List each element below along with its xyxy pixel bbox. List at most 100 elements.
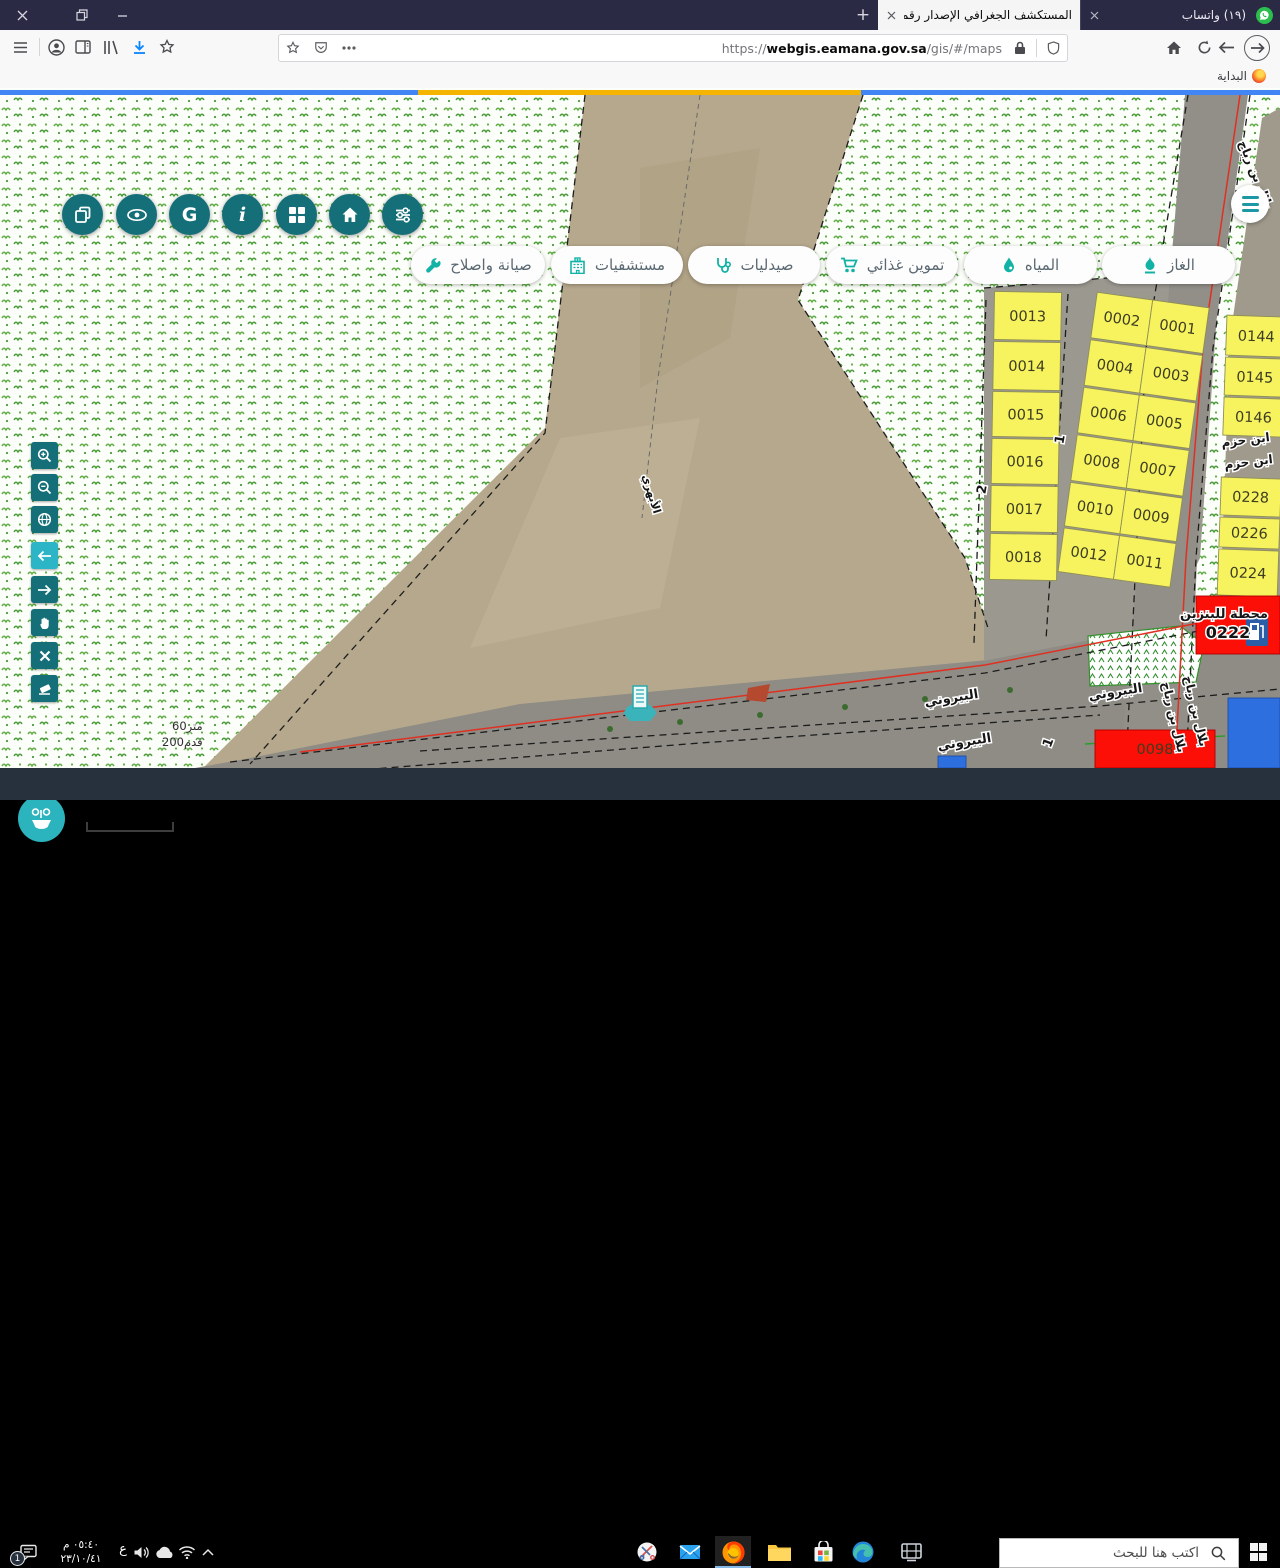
- parcel-number: 0018: [1005, 550, 1042, 567]
- url-bar[interactable]: https://webgis.eamana.gov.sa/gis/#/maps: [278, 34, 1068, 62]
- zoom-out-icon: [37, 480, 52, 495]
- services-fab-button[interactable]: [18, 795, 65, 842]
- map-menu-button[interactable]: [1231, 185, 1269, 223]
- forward-button[interactable]: [1244, 35, 1270, 61]
- arrow-left-icon: [37, 550, 52, 562]
- close-icon: [1090, 11, 1099, 20]
- visibility-button[interactable]: [116, 194, 157, 235]
- menu-button[interactable]: [6, 33, 34, 61]
- parcel[interactable]: [938, 756, 966, 768]
- bookmark-star-icon[interactable]: [279, 36, 307, 60]
- bookmark-menu-button[interactable]: [153, 33, 181, 61]
- taskbar-app-mail[interactable]: [672, 1536, 708, 1568]
- category-button-food-supply[interactable]: تموين غذائي: [826, 246, 958, 284]
- home-button[interactable]: [1160, 33, 1188, 61]
- sidebar-button[interactable]: [69, 33, 97, 61]
- category-label: صيانة واصلاح: [450, 256, 532, 274]
- page-actions-icon[interactable]: [335, 36, 363, 60]
- parcel-number: 0146: [1235, 409, 1272, 426]
- minimize-icon: [117, 10, 128, 21]
- google-maps-button[interactable]: G: [169, 194, 210, 235]
- tab-whatsapp[interactable]: (١٩) واتساب: [1080, 0, 1280, 30]
- account-button[interactable]: [42, 33, 70, 61]
- apps-grid-button[interactable]: [276, 194, 317, 235]
- taskbar-app-edge[interactable]: [845, 1536, 881, 1568]
- eraser-button[interactable]: [31, 675, 58, 702]
- library-button[interactable]: [97, 33, 125, 61]
- parcel-number: 0145: [1236, 369, 1273, 386]
- volume-icon[interactable]: [132, 1543, 152, 1561]
- permissions-shield-icon[interactable]: [1039, 36, 1067, 60]
- parcel-number: 0015: [1007, 407, 1044, 424]
- google-letter-icon: G: [182, 204, 198, 226]
- category-button-hospitals[interactable]: مستشفيات: [551, 246, 683, 284]
- wifi-icon[interactable]: [177, 1543, 197, 1561]
- window-titlebar: + المستكشف الجغرافي الإصدار رقم 1.1 (١٩)…: [0, 0, 1280, 30]
- globe-button[interactable]: [31, 506, 58, 533]
- onedrive-icon[interactable]: [155, 1543, 175, 1561]
- parcel-number: 0017: [1006, 502, 1043, 519]
- tab-title: (١٩) واتساب: [1107, 8, 1254, 22]
- scale-feet: 200قدم: [162, 735, 203, 749]
- parcel-number: 0016: [1006, 454, 1043, 471]
- tab-geoexplorer[interactable]: المستكشف الجغرافي الإصدار رقم 1.1: [878, 0, 1080, 30]
- gis-map[interactable]: 001300140015001600170018 000200040006000…: [0, 88, 1280, 768]
- pocket-icon[interactable]: [307, 36, 335, 60]
- category-button-maintenance[interactable]: صيانة واصلاح: [411, 246, 545, 284]
- eraser-icon: [37, 682, 52, 695]
- language-indicator[interactable]: ع: [114, 1542, 132, 1557]
- library-icon: [103, 40, 120, 55]
- downloads-button[interactable]: [125, 33, 153, 61]
- browser-toolbar: https://webgis.eamana.gov.sa/gis/#/maps: [0, 30, 1280, 65]
- new-tab-button[interactable]: +: [850, 3, 876, 27]
- sidebar-icon: [75, 40, 91, 54]
- clear-button[interactable]: [31, 642, 58, 669]
- home-icon: [1166, 40, 1182, 55]
- category-label: صيدليات: [741, 256, 794, 274]
- home-map-button[interactable]: [329, 194, 370, 235]
- bookmark-item[interactable]: البداية: [1217, 66, 1266, 86]
- window-close-button[interactable]: [2, 0, 42, 30]
- taskbar-clock[interactable]: ٠٥:٤٠ م ٢٣/١٠/٤١: [46, 1538, 116, 1566]
- zoom-in-button[interactable]: [31, 442, 58, 469]
- window-restore-button[interactable]: [62, 0, 102, 30]
- copy-map-button[interactable]: [62, 194, 103, 235]
- window-minimize-button[interactable]: [102, 0, 142, 30]
- toolbar-divider: [39, 38, 40, 56]
- category-button-gas[interactable]: الغاز: [1102, 246, 1235, 284]
- info-button[interactable]: i: [222, 194, 263, 235]
- download-icon: [132, 40, 147, 55]
- category-label: مستشفيات: [595, 256, 665, 274]
- parcel-number: 0144: [1238, 329, 1275, 346]
- zoom-out-button[interactable]: [31, 474, 58, 501]
- url-text[interactable]: https://webgis.eamana.gov.sa/gis/#/maps: [363, 41, 1006, 56]
- category-button-water[interactable]: المياه: [964, 246, 1097, 284]
- info-icon: i: [239, 204, 246, 226]
- next-extent-button[interactable]: [31, 576, 58, 603]
- hamburger-icon: [13, 41, 28, 54]
- parcel-number: 0014: [1008, 359, 1045, 376]
- pan-button[interactable]: [31, 609, 58, 636]
- taskbar-search[interactable]: اكتب هنا للبحث: [999, 1538, 1239, 1568]
- parcel-number: 0098: [1137, 742, 1174, 758]
- category-button-pharmacies[interactable]: صيدليات: [688, 246, 820, 284]
- map-viewport[interactable]: 001300140015001600170018 000200040006000…: [0, 88, 1280, 768]
- previous-extent-button[interactable]: [31, 542, 58, 569]
- parcel-block-a: 001300140015001600170018: [990, 291, 1062, 580]
- parcel[interactable]: [1228, 698, 1280, 768]
- taskbar-app-firefox[interactable]: [715, 1536, 751, 1568]
- windows-taskbar: 1 ٠٥:٤٠ م ٢٣/١٠/٤١ ع اكتب هنا للبحث: [0, 768, 1280, 800]
- layers-settings-button[interactable]: [382, 194, 423, 235]
- scale-bar: [86, 822, 174, 832]
- tab-close-icon[interactable]: [878, 11, 904, 20]
- taskbar-app-store[interactable]: [805, 1536, 841, 1568]
- start-button[interactable]: [1237, 1536, 1280, 1568]
- taskbar-app-snip[interactable]: [629, 1536, 665, 1568]
- tab-close-icon[interactable]: [1081, 11, 1107, 20]
- taskbar-app-explorer[interactable]: [761, 1536, 797, 1568]
- tray-chevron-icon[interactable]: [198, 1543, 218, 1561]
- taskbar-app-movies[interactable]: [893, 1536, 929, 1568]
- account-icon: [48, 39, 65, 56]
- back-button[interactable]: [1212, 33, 1240, 61]
- copy-icon: [73, 205, 93, 225]
